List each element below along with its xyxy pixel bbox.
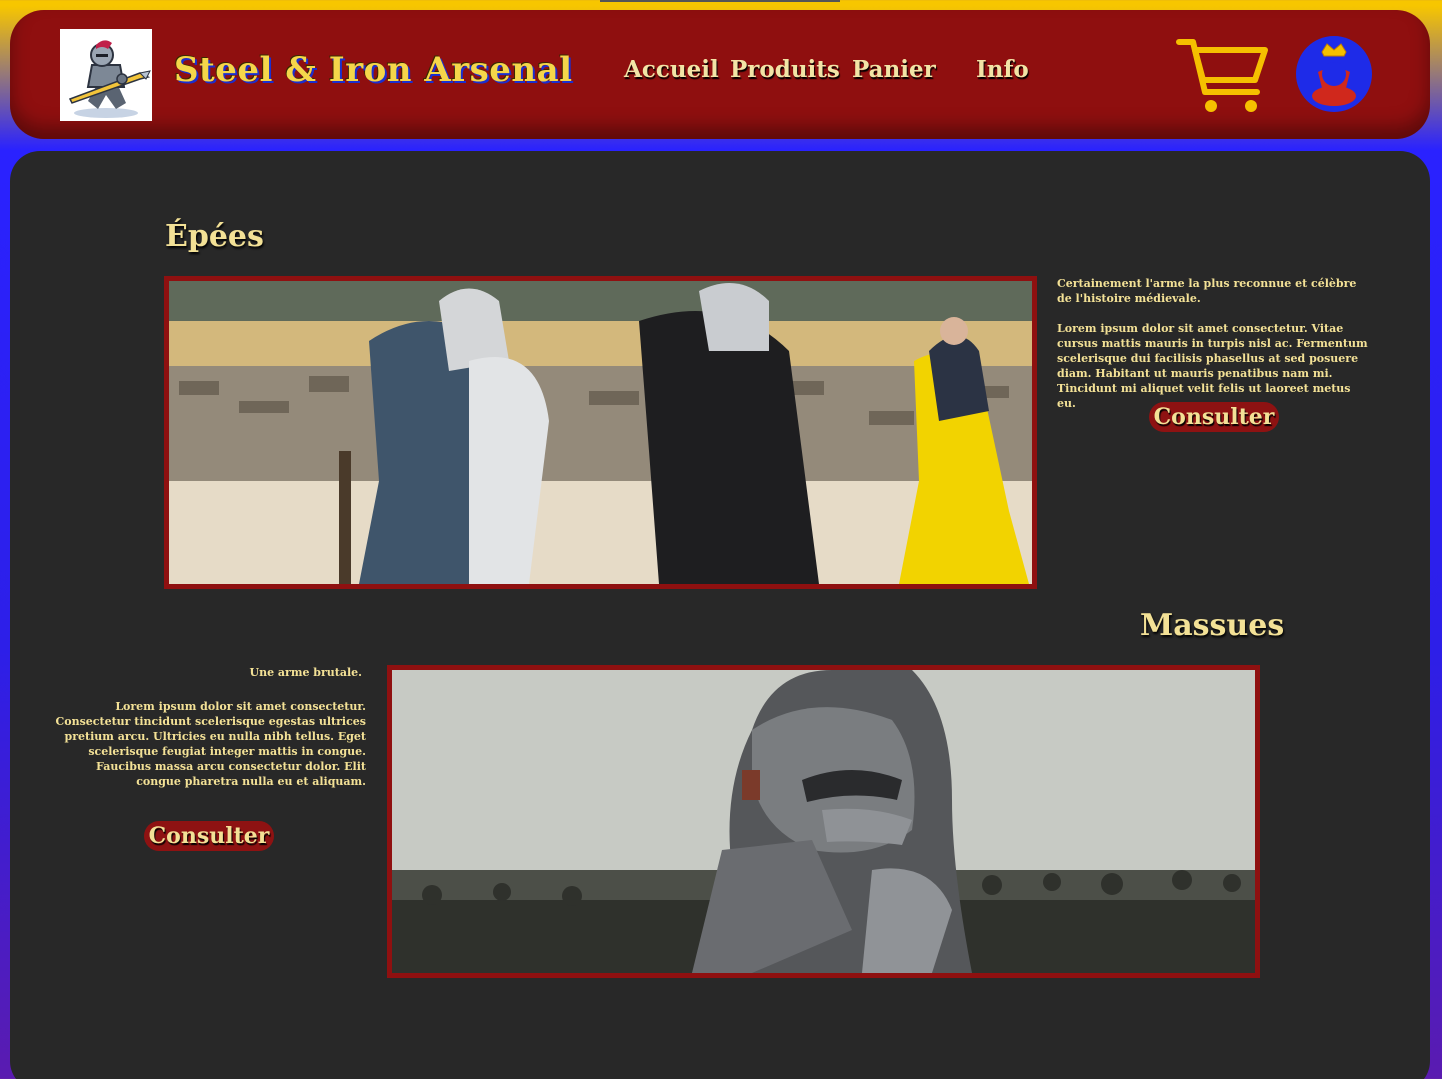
brand-title: Steel & Iron Arsenal (174, 50, 573, 90)
nav-link-panier[interactable]: Panier (852, 56, 976, 83)
epees-intro: Certainement l'arme la plus reconnue et … (1057, 277, 1357, 305)
section-title-epees: Épées (165, 219, 264, 254)
shopping-cart-icon[interactable] (1175, 36, 1271, 116)
main-nav: Accueil Produits Panier Info (624, 56, 1036, 83)
nav-link-accueil[interactable]: Accueil (624, 56, 730, 83)
epees-body: Lorem ipsum dolor sit amet consectetur. … (1057, 322, 1368, 410)
massues-video[interactable] (387, 665, 1260, 978)
massues-body: Lorem ipsum dolor sit amet consectetur. … (55, 700, 366, 788)
knight-logo-icon[interactable] (60, 29, 152, 121)
nav-link-info[interactable]: Info (976, 56, 1036, 83)
massues-consulter-button[interactable]: Consulter (144, 821, 274, 851)
account-avatar-icon[interactable] (1294, 34, 1374, 114)
massues-intro: Une arme brutale. (249, 666, 362, 679)
epees-consulter-button[interactable]: Consulter (1149, 402, 1279, 432)
content-panel: Épées Certainement l'arme la plus reconn… (10, 151, 1430, 1079)
epees-video[interactable] (164, 276, 1037, 589)
site-header: Steel & Iron Arsenal Accueil Produits Pa… (10, 10, 1430, 139)
top-edge-strip (600, 0, 840, 2)
nav-link-produits[interactable]: Produits (730, 56, 852, 83)
section-title-massues: Massues (1140, 608, 1285, 643)
massues-description: Une arme brutale. Lorem ipsum dolor sit … (50, 665, 366, 804)
